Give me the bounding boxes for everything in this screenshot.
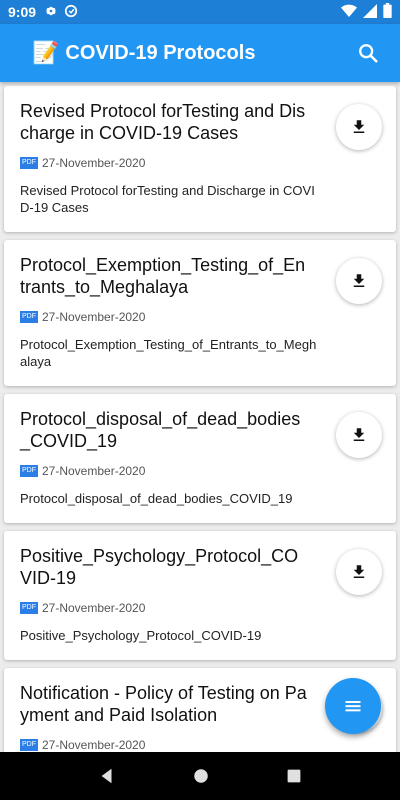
sync-icon [64, 4, 78, 21]
download-button[interactable] [336, 412, 382, 458]
card-description: Protocol_Exemption_Testing_of_Entrants_t… [20, 337, 317, 369]
back-button[interactable] [98, 767, 116, 785]
home-button[interactable] [192, 767, 210, 785]
protocol-card[interactable]: Revised Protocol forTesting and Discharg… [4, 86, 396, 232]
card-description: Protocol_disposal_of_dead_bodies_COVID_1… [20, 491, 293, 506]
signal-icon [363, 3, 377, 21]
card-title: Positive_Psychology_Protocol_COVID-19 [20, 546, 299, 588]
download-button[interactable] [336, 104, 382, 150]
download-icon [353, 274, 365, 287]
protocol-card[interactable]: Protocol_disposal_of_dead_bodies_COVID_1… [4, 394, 396, 523]
status-time: 9:09 [8, 4, 37, 20]
card-title: Protocol_Exemption_Testing_of_Entrants_t… [20, 255, 306, 297]
menu-icon [345, 701, 361, 712]
card-title: Notification - Policy of Testing on Paym… [20, 683, 307, 725]
menu-fab-button[interactable] [325, 678, 381, 734]
search-icon [359, 44, 378, 63]
protocol-list[interactable]: Revised Protocol forTesting and Discharg… [0, 86, 400, 752]
recents-icon [287, 769, 301, 783]
gear-icon [44, 4, 58, 21]
card-description: Revised Protocol forTesting and Discharg… [20, 183, 315, 215]
status-bar: 9:09 [0, 0, 400, 24]
download-icon [353, 120, 365, 133]
pdf-badge: PDF [20, 602, 38, 614]
recents-button[interactable] [286, 768, 302, 784]
card-date: 27-November-2020 [42, 601, 146, 615]
search-button[interactable] [352, 37, 384, 69]
card-date: 27-November-2020 [42, 464, 146, 478]
download-button[interactable] [336, 549, 382, 595]
app-title: COVID-19 Protocols [65, 41, 256, 64]
card-description: Positive_Psychology_Protocol_COVID-19 [20, 628, 262, 643]
memo-emoji: 📝 [32, 40, 60, 65]
pdf-badge: PDF [20, 739, 38, 751]
card-date: 27-November-2020 [42, 156, 146, 170]
pdf-badge: PDF [20, 157, 38, 169]
home-icon [194, 769, 208, 783]
pdf-badge: PDF [20, 311, 38, 323]
battery-icon [383, 3, 392, 21]
pdf-badge: PDF [20, 465, 38, 477]
protocol-card[interactable]: Protocol_Exemption_Testing_of_Entrants_t… [4, 240, 396, 386]
protocol-card[interactable]: Positive_Psychology_Protocol_COVID-19 PD… [4, 531, 396, 660]
card-title: Protocol_disposal_of_dead_bodies_COVID_1… [20, 409, 301, 451]
card-title: Revised Protocol forTesting and Discharg… [20, 101, 306, 143]
download-button[interactable] [336, 258, 382, 304]
card-date: 27-November-2020 [42, 738, 146, 752]
app-bar: 📝 COVID-19 Protocols [0, 24, 400, 82]
wifi-icon [341, 4, 357, 21]
download-icon [353, 428, 365, 441]
download-icon [353, 565, 365, 578]
system-nav-bar [0, 752, 400, 800]
card-date: 27-November-2020 [42, 310, 146, 324]
back-icon [101, 768, 112, 784]
